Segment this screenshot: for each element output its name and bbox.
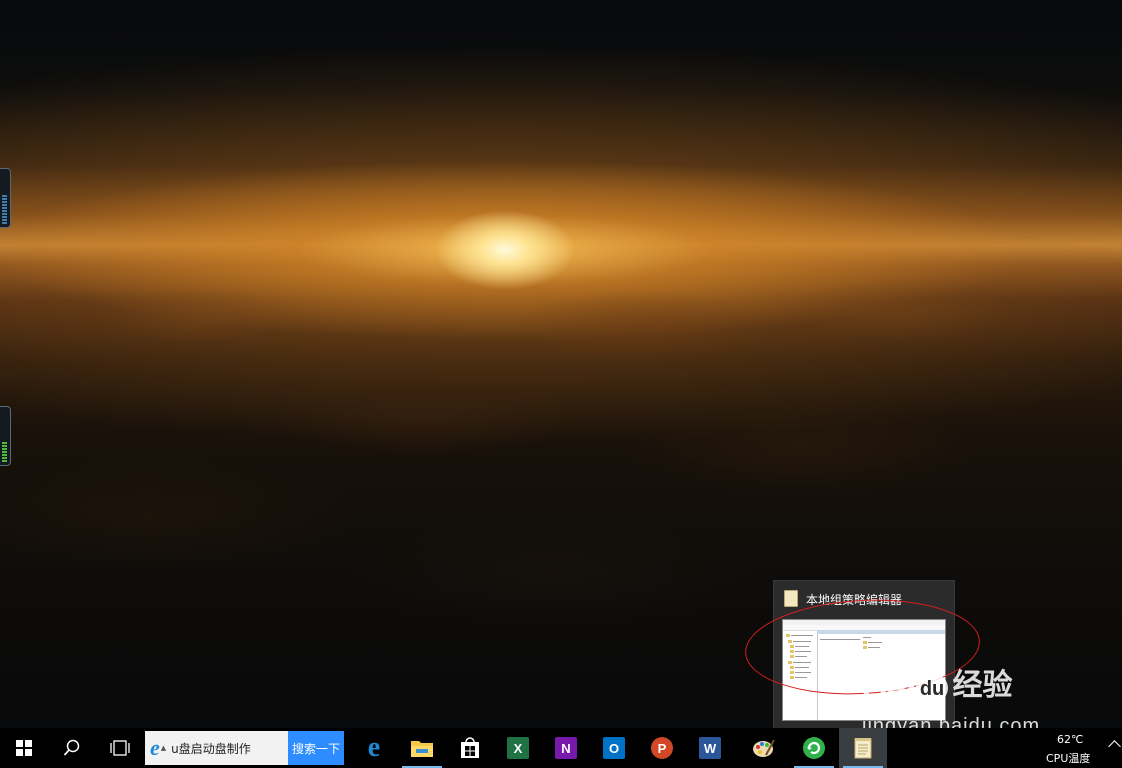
taskbar-app-onenote[interactable]: N [542, 728, 590, 768]
baidu-watermark: Bai du 经验 [862, 660, 1012, 708]
excel-icon: X [507, 737, 529, 759]
powerpoint-icon: P [651, 737, 673, 759]
folder-icon [411, 741, 433, 757]
dropdown-arrow-icon[interactable]: ▲ [161, 744, 166, 752]
windows-icon [16, 740, 32, 756]
taskbar-app-group-policy-editor[interactable] [839, 728, 887, 768]
taskbar-app-edge[interactable]: e [350, 728, 398, 768]
store-icon [461, 737, 479, 758]
task-view-button[interactable] [96, 728, 144, 768]
search-button-taskbar[interactable] [48, 728, 96, 768]
search-submit-button[interactable]: 搜索一下 [288, 731, 344, 765]
volume-gadget[interactable] [0, 168, 11, 228]
edge-icon: e [367, 732, 381, 763]
ie-search-box[interactable]: e ▲ u盘启动盘制作 [145, 731, 288, 765]
taskbar-app-excel[interactable]: X [494, 728, 542, 768]
level-gadget[interactable] [0, 406, 11, 466]
paint-icon [753, 739, 775, 757]
level-indicator [2, 442, 7, 462]
paw-icon: du [916, 673, 949, 703]
onenote-icon: N [555, 737, 577, 759]
watermark-brand-cn: 经验 [952, 669, 1013, 702]
word-icon: W [699, 737, 721, 759]
refresh-browser-icon [803, 737, 825, 759]
taskbar-app-store[interactable] [446, 728, 494, 768]
notepad-icon [854, 738, 872, 759]
taskbar-app-browser[interactable] [790, 728, 838, 768]
start-button[interactable] [0, 728, 48, 768]
taskbar-app-paint[interactable] [740, 728, 788, 768]
outlook-icon: O [603, 737, 625, 759]
ie-icon: e [150, 735, 160, 760]
notepad-icon [784, 590, 798, 607]
volume-level [2, 194, 7, 224]
search-icon [63, 739, 80, 756]
watermark-brand: Bai [862, 666, 916, 707]
taskbar-app-powerpoint[interactable]: P [638, 728, 686, 768]
watermark-brand-suffix: du [919, 678, 945, 700]
taskbar-app-word[interactable]: W [686, 728, 734, 768]
search-input[interactable]: u盘启动盘制作 [171, 740, 251, 757]
cpu-temperature-label: CPU温度 [1046, 752, 1091, 765]
taskbar-app-outlook[interactable]: O [590, 728, 638, 768]
cpu-temperature-value: 62℃ [1057, 733, 1084, 746]
task-view-icon [110, 740, 130, 756]
taskbar-app-file-explorer[interactable] [398, 728, 446, 768]
